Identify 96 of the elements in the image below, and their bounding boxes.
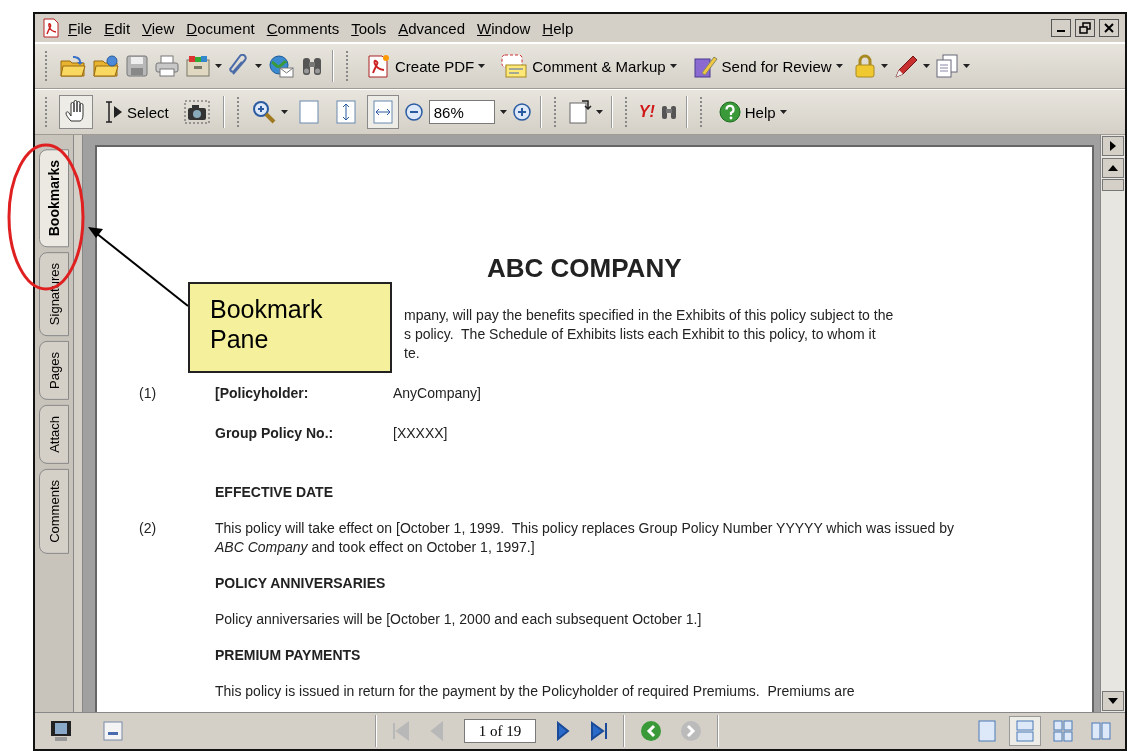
- caret-icon[interactable]: [669, 64, 677, 68]
- close-icon: [1104, 23, 1114, 33]
- skip-start-icon: [391, 721, 411, 741]
- close-button[interactable]: [1099, 19, 1119, 37]
- item-number: (1): [139, 384, 158, 403]
- page-layout-icon: [1052, 719, 1074, 743]
- zoom-out-icon[interactable]: [403, 102, 424, 122]
- menu-item[interactable]: Help: [537, 17, 579, 39]
- toolbar-button[interactable]: Comment & Markup: [495, 49, 682, 83]
- page-layout-icon: [1014, 719, 1036, 743]
- paragraph-line: s policy. The Schedule of Exhibits lists each Exhibit to this policy, to whom it: [404, 325, 876, 344]
- side-tab[interactable]: Attach: [39, 405, 69, 465]
- field-label: [Policyholder:: [215, 384, 310, 403]
- triangle-down-icon: [1108, 697, 1118, 705]
- scroll-down-button[interactable]: [1102, 691, 1124, 711]
- camera-icon: [183, 100, 210, 124]
- menu-item[interactable]: Window: [472, 17, 536, 39]
- toolbar-logo[interactable]: Y!: [638, 103, 655, 121]
- side-tab[interactable]: Pages: [39, 341, 69, 401]
- triangle-right-icon: [1109, 141, 1117, 151]
- skip-end-icon: [589, 721, 609, 741]
- zoom-in-icon[interactable]: [511, 102, 532, 122]
- caret-icon[interactable]: [835, 64, 843, 68]
- hand-tool-button[interactable]: [59, 95, 93, 129]
- document-title: ABC COMPANY: [487, 253, 682, 283]
- paragraph-line: te.: [404, 344, 420, 363]
- pdf-document-icon[interactable]: [365, 53, 391, 79]
- left-arrow-circle-icon: [639, 719, 663, 743]
- field-value: [XXXXX]: [393, 424, 449, 443]
- section-heading: EFFECTIVE DATE: [215, 483, 334, 502]
- minimize-button[interactable]: [1051, 19, 1071, 37]
- fit-width-icon: [371, 99, 394, 125]
- pen-icon[interactable]: [892, 53, 919, 79]
- monitor-icon[interactable]: [49, 719, 73, 743]
- menu-item[interactable]: Document: [181, 17, 260, 39]
- scroll-thumb[interactable]: [1102, 179, 1124, 191]
- caret-icon[interactable]: [280, 110, 288, 114]
- section-heading: PREMIUM PAYMENTS: [215, 646, 362, 665]
- caret-icon[interactable]: [595, 110, 603, 114]
- fit-page-icon: [334, 99, 357, 125]
- caret-icon[interactable]: [499, 110, 507, 114]
- fit-width-button[interactable]: [366, 95, 399, 129]
- folder-icon[interactable]: [92, 54, 120, 78]
- pane-toggle-button[interactable]: [1102, 136, 1124, 156]
- right-arrow-circle-icon: [679, 719, 703, 743]
- window-minus-icon[interactable]: [103, 721, 123, 741]
- paragraph: Policy anniversaries will be [October 1, 2000 and each subsequent October 1.]: [215, 610, 703, 629]
- paragraph: This policy will take effect on [October 1, 1999. This policy replaces Group Policy Number YYYYY which was issued by ABC Company and took effect on October 1, 1997.]: [215, 519, 955, 557]
- caret-icon[interactable]: [215, 64, 222, 68]
- caret-icon[interactable]: [880, 64, 888, 68]
- restore-icon: [1079, 22, 1091, 34]
- magnifier-plus-icon[interactable]: [250, 99, 277, 125]
- menu-item[interactable]: Edit: [99, 17, 136, 39]
- page-layout-icon: [976, 719, 998, 743]
- menu-item[interactable]: Comments: [261, 17, 345, 39]
- callout-note: Bookmark Pane: [188, 282, 392, 373]
- toolbar-button[interactable]: Create PDF: [360, 49, 491, 83]
- page-layout-icon: [1090, 719, 1112, 743]
- zoom-field[interactable]: 86%: [428, 100, 495, 124]
- question-circle-icon: [718, 101, 741, 123]
- minimize-icon: [1057, 30, 1065, 32]
- caret-icon[interactable]: [962, 64, 970, 68]
- caret-icon[interactable]: [922, 64, 930, 68]
- select-tool-button[interactable]: Select: [98, 96, 174, 128]
- field-value: AnyCompany]: [393, 384, 482, 403]
- side-tab[interactable]: Bookmarks: [39, 149, 69, 248]
- pdf-icon: [41, 18, 61, 38]
- menu-item[interactable]: File: [63, 17, 98, 39]
- page-arrow-icon[interactable]: [567, 99, 592, 125]
- blank-page-icon: [297, 99, 320, 125]
- caret-icon[interactable]: [779, 110, 787, 114]
- field-label: Group Policy No.:: [215, 424, 335, 443]
- caret-icon[interactable]: [255, 64, 262, 68]
- text-cursor-icon: [103, 100, 123, 124]
- side-tab[interactable]: Signatures: [39, 252, 69, 337]
- menu-item[interactable]: Tools: [346, 17, 392, 39]
- side-tab[interactable]: Comments: [39, 469, 69, 554]
- section-heading: POLICY ANNIVERSARIES: [215, 574, 387, 593]
- menu-item[interactable]: Advanced: [393, 17, 470, 39]
- paragraph: This policy is issued in return for the payment by the Policyholder of required Premiums. Premiums are: [215, 682, 856, 701]
- page-number-field[interactable]: 1 of 19: [464, 719, 536, 743]
- note-balloon-icon[interactable]: [500, 53, 529, 79]
- paragraph-line: mpany, will pay the benefits specified in the Exhibits of this policy subject to the: [404, 306, 894, 325]
- caret-icon[interactable]: [478, 64, 486, 68]
- restore-button[interactable]: [1075, 19, 1095, 37]
- file-cabinet-icon[interactable]: [185, 54, 211, 78]
- menu-item[interactable]: View: [137, 17, 180, 39]
- help-button[interactable]: Help: [713, 97, 792, 127]
- folder-icon[interactable]: [59, 54, 87, 78]
- toolbar-button[interactable]: Send for Review: [686, 49, 848, 83]
- scroll-up-button[interactable]: [1102, 158, 1124, 178]
- printer-icon[interactable]: [154, 54, 180, 78]
- item-number: (2): [139, 519, 158, 538]
- binoculars-icon[interactable]: [659, 103, 678, 121]
- triangle-up-icon: [1108, 164, 1118, 172]
- globe-envelope-icon[interactable]: [267, 54, 295, 78]
